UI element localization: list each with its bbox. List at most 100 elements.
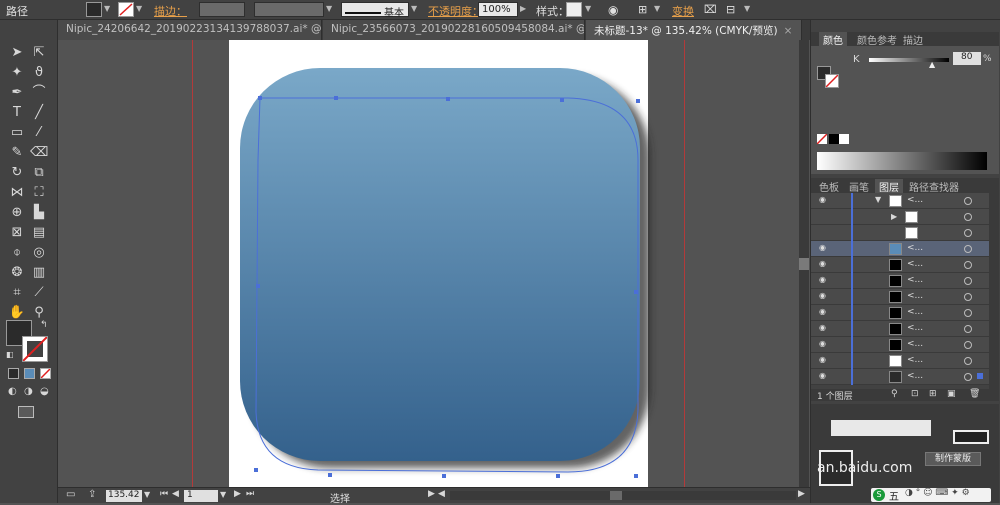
tab-brushes[interactable]: 画笔 — [845, 179, 873, 194]
new-layer-icon[interactable]: ▣ — [947, 389, 956, 399]
ime-mode-text[interactable]: 五 — [889, 488, 899, 503]
eye-icon[interactable]: ◉ — [819, 196, 831, 204]
color-spectrum-bar[interactable] — [817, 152, 987, 170]
icon-artwork[interactable] — [58, 40, 810, 487]
expand-arrow-icon[interactable]: ▶ — [891, 212, 897, 221]
doc-tab-1[interactable]: Nipic_24206642_20190223134139788037.ai* … — [58, 20, 322, 40]
default-colors-icon[interactable]: ◧ — [6, 350, 14, 359]
zoom-dropdown-icon[interactable]: ▼ — [144, 490, 150, 499]
eye-icon[interactable]: ◉ — [819, 356, 831, 364]
status-menu-icon[interactable]: ▭ — [66, 489, 75, 500]
style-dropdown-icon[interactable]: ▼ — [585, 4, 593, 14]
none-mode-icon[interactable] — [40, 368, 51, 379]
arrange-dropdown-icon[interactable]: ▼ — [744, 4, 752, 14]
target-icon[interactable] — [964, 309, 972, 317]
tab-color-guide[interactable]: 颜色参考 — [853, 32, 901, 47]
target-icon[interactable] — [964, 325, 972, 333]
target-icon[interactable] — [964, 277, 972, 285]
pen-tool-icon[interactable]: ✒ — [8, 84, 26, 102]
scrollbar-thumb[interactable] — [610, 491, 622, 500]
scroll-right-icon[interactable]: ▶ — [798, 489, 805, 499]
opacity-dropdown-icon[interactable]: ▶ — [520, 4, 528, 14]
layer-row[interactable]: ◉ ▼ <... — [811, 193, 989, 209]
slice-tool-icon[interactable]: ⟋ — [30, 284, 48, 302]
mesh-tool-icon[interactable]: ⊠ — [8, 224, 26, 242]
brush-dropdown-icon[interactable]: ▼ — [411, 4, 419, 14]
layer-row[interactable] — [811, 225, 989, 241]
vertical-scrollbar-thumb[interactable] — [799, 258, 809, 270]
recolor-icon[interactable]: ◉ — [608, 3, 618, 17]
stroke-dropdown-icon[interactable]: ▼ — [136, 4, 144, 14]
expand-arrow-icon[interactable]: ▼ — [875, 195, 881, 204]
make-clipping-mask-icon[interactable]: ⊡ — [911, 389, 919, 399]
layer-row[interactable]: ◉ <... — [811, 289, 989, 305]
fill-swatch[interactable] — [86, 2, 102, 17]
layer-row[interactable]: ◉ <... — [811, 305, 989, 321]
curvature-tool-icon[interactable]: ⌒ — [30, 84, 48, 102]
stroke-color-box[interactable] — [22, 336, 48, 362]
target-icon[interactable] — [964, 197, 972, 205]
target-icon[interactable] — [964, 245, 972, 253]
tab-pathfinder[interactable]: 路径查找器 — [905, 179, 963, 194]
variable-width-profile[interactable] — [254, 2, 324, 17]
opacity-label[interactable]: 不透明度： — [428, 3, 483, 19]
target-icon[interactable] — [964, 357, 972, 365]
eye-icon[interactable]: ◉ — [819, 340, 831, 348]
blend-tool-icon[interactable]: ◎ — [30, 244, 48, 262]
k-slider[interactable] — [869, 58, 949, 62]
status-arrow-icon[interactable]: ▶ — [428, 489, 435, 499]
page-dropdown-icon[interactable]: ▼ — [220, 490, 226, 499]
artboard-tool-icon[interactable]: ⌗ — [8, 284, 26, 302]
graphic-style-swatch[interactable] — [566, 2, 582, 17]
stroke-swatch[interactable] — [118, 2, 134, 17]
shape-builder-tool-icon[interactable]: ⊕ — [8, 204, 26, 222]
draw-behind-icon[interactable]: ◑ — [24, 386, 33, 397]
new-sublayer-icon[interactable]: ⊞ — [929, 389, 937, 399]
ime-icons[interactable]: ◑ ° ☺ ⌨ ✦ ⚙ — [905, 488, 970, 498]
page-field[interactable]: 1 — [184, 490, 218, 502]
draw-inside-icon[interactable]: ◒ — [40, 386, 49, 397]
locate-object-icon[interactable]: ⚲ — [891, 389, 898, 399]
tab-stroke[interactable]: 描边 — [899, 32, 927, 47]
eye-icon[interactable]: ◉ — [819, 308, 831, 316]
opacity-field[interactable]: 100% — [478, 2, 518, 17]
target-icon[interactable] — [964, 213, 972, 221]
zoom-field[interactable]: 135.42 — [106, 490, 142, 502]
canvas-area[interactable] — [58, 40, 810, 487]
target-icon[interactable] — [964, 373, 972, 381]
layer-row[interactable]: ▶ — [811, 209, 989, 225]
export-icon[interactable]: ⇪ — [88, 489, 96, 500]
brush-definition-field[interactable]: 基本 — [341, 2, 409, 19]
width-tool-icon[interactable]: ⋈ — [8, 184, 26, 202]
panel-stroke-swatch[interactable] — [825, 74, 839, 88]
draw-mode-icon[interactable]: ◐ — [8, 386, 17, 397]
target-icon[interactable] — [964, 229, 972, 237]
fill-dropdown-icon[interactable]: ▼ — [104, 4, 112, 14]
eye-icon[interactable]: ◉ — [819, 260, 831, 268]
layer-row[interactable]: ◉ <... — [811, 273, 989, 289]
stroke-weight-field[interactable] — [199, 2, 245, 17]
magic-wand-tool-icon[interactable]: ✦ — [8, 64, 26, 82]
paintbrush-tool-icon[interactable]: ⁄ — [30, 124, 48, 142]
free-transform-tool-icon[interactable]: ⛶ — [30, 184, 48, 202]
selection-tool-icon[interactable]: ➤ — [8, 44, 26, 62]
column-graph-tool-icon[interactable]: ▥ — [30, 264, 48, 282]
target-icon[interactable] — [964, 261, 972, 269]
scale-tool-icon[interactable]: ⧉ — [30, 164, 48, 182]
scroll-left-icon[interactable]: ◀ — [438, 489, 445, 499]
horizontal-scrollbar[interactable] — [450, 491, 796, 500]
color-mode-icon[interactable] — [8, 368, 19, 379]
layer-row[interactable]: ◉ <... — [811, 369, 989, 385]
eye-icon[interactable]: ◉ — [819, 324, 831, 332]
k-slider-handle-icon[interactable]: ▲ — [929, 60, 935, 69]
layer-row[interactable]: ◉ <... — [811, 337, 989, 353]
transform-label[interactable]: 变换 — [672, 3, 694, 19]
rotate-tool-icon[interactable]: ↻ — [8, 164, 26, 182]
layer-row[interactable]: ◉ <... — [811, 353, 989, 369]
line-tool-icon[interactable]: ╱ — [30, 104, 48, 122]
tab-layers[interactable]: 图层 — [875, 179, 903, 194]
type-tool-icon[interactable]: T — [8, 104, 26, 122]
black-swatch[interactable] — [829, 134, 839, 144]
prev-page-icon[interactable]: ◀ — [172, 489, 179, 499]
perspective-grid-tool-icon[interactable]: ▙ — [30, 204, 48, 222]
